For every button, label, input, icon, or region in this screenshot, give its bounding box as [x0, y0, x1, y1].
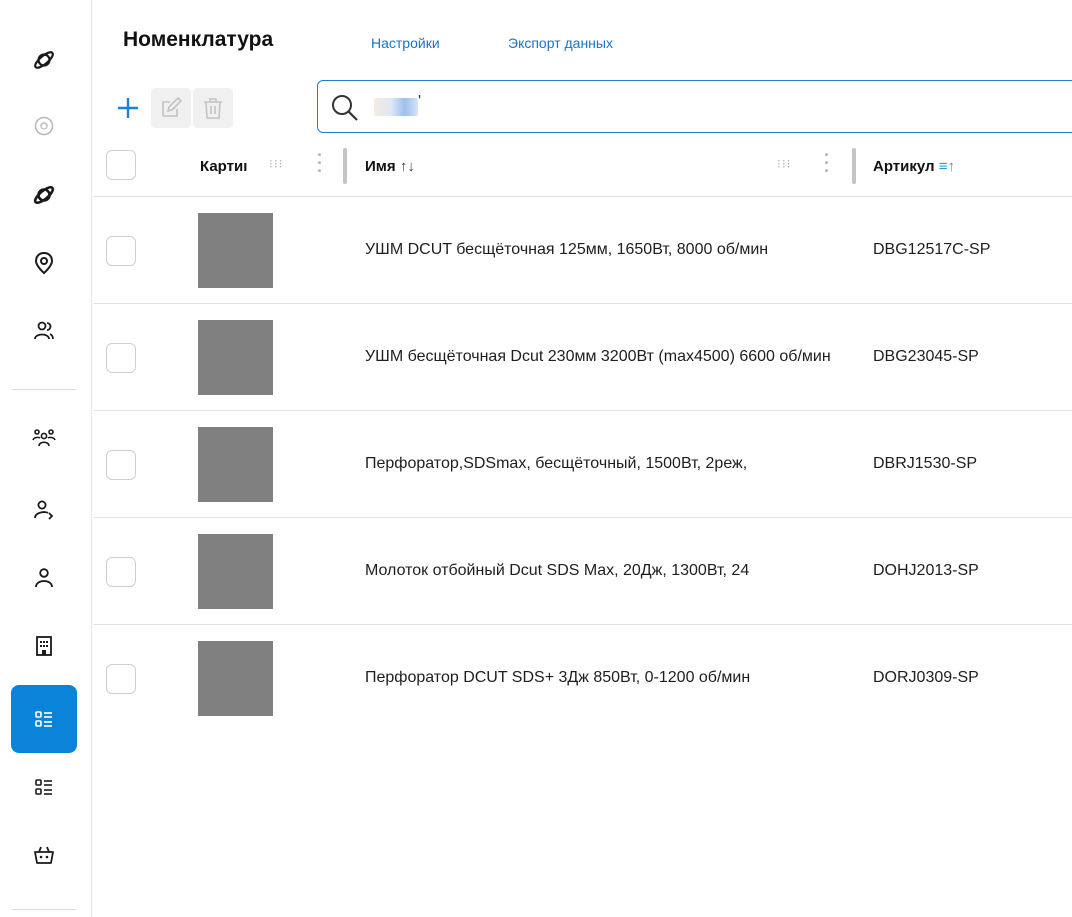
sidebar-item-basket[interactable] — [11, 821, 77, 889]
table-row[interactable]: УШМ DCUT бесщёточная 125мм, 1650Вт, 8000… — [93, 197, 1072, 304]
product-name: Молоток отбойный Dcut SDS Max, 20Дж, 130… — [365, 562, 750, 579]
search-input[interactable]: ' — [317, 80, 1072, 133]
sidebar-item-user[interactable] — [11, 544, 77, 612]
page-title: Номенклатура — [123, 28, 274, 51]
row-checkbox[interactable] — [106, 450, 136, 480]
product-image — [198, 320, 273, 395]
sidebar-item-users[interactable] — [11, 297, 77, 365]
product-sku: DBRJ1530-SP — [873, 455, 978, 472]
sidebar — [0, 0, 92, 917]
group-icon — [32, 429, 56, 447]
edit-button[interactable] — [151, 88, 191, 128]
planet-icon — [34, 51, 54, 69]
trash-icon — [204, 98, 222, 119]
add-button[interactable] — [108, 88, 148, 128]
drag-handle-icon[interactable]: ⁝⁝⁝ — [777, 157, 791, 171]
edit-icon — [162, 96, 183, 117]
row-checkbox[interactable] — [106, 664, 136, 694]
sort-asc-icon: ≡↑ — [938, 158, 955, 175]
planet-icon — [33, 185, 55, 205]
sidebar-item-user-add[interactable] — [11, 476, 77, 544]
product-image — [198, 213, 273, 288]
delete-button[interactable] — [193, 88, 233, 128]
sidebar-divider-bottom — [12, 909, 76, 910]
row-checkbox[interactable] — [106, 343, 136, 373]
settings-link[interactable]: Настройки — [371, 35, 440, 51]
sidebar-item-planet-2[interactable] — [11, 161, 77, 229]
list-icon — [35, 711, 52, 727]
search-value-blur — [374, 98, 418, 116]
location-pin-icon — [34, 251, 54, 275]
product-image — [198, 641, 273, 716]
product-name: Перфоратор DCUT SDS+ 3Дж 850Вт, 0-1200 о… — [365, 669, 751, 686]
users-icon — [34, 321, 54, 340]
table-row[interactable]: УШМ бесщёточная Dcut 230мм 3200Вт (max45… — [93, 304, 1072, 411]
list-icon — [35, 779, 52, 795]
plus-icon — [118, 98, 138, 118]
column-header-picture[interactable]: Картиı — [200, 158, 247, 175]
sidebar-item-list[interactable] — [11, 753, 77, 821]
select-all-checkbox[interactable] — [106, 150, 136, 180]
table-row[interactable]: Молоток отбойный Dcut SDS Max, 20Дж, 130… — [93, 518, 1072, 625]
disc-icon — [34, 116, 54, 136]
sidebar-item-disc[interactable] — [11, 92, 77, 160]
user-icon — [35, 568, 53, 588]
column-resizer[interactable] — [343, 148, 347, 184]
basket-icon — [34, 846, 54, 864]
table-header: Картиı ⁝⁝⁝ · · · Имя ↑↓ ⁝⁝⁝ · · · Артикул ≡↑ — [93, 133, 1072, 197]
search-icon — [332, 95, 358, 121]
column-header-sku[interactable]: Артикул ≡↑ — [873, 158, 955, 175]
search-value: ' — [418, 93, 423, 110]
table-row[interactable]: Перфоратор,SDSmax, бесщёточный, 1500Вт, … — [93, 411, 1072, 518]
column-menu-icon[interactable]: · · · — [824, 146, 830, 180]
product-sku: DBG23045-SP — [873, 348, 979, 365]
sidebar-item-nomenclature[interactable] — [11, 685, 77, 753]
column-resizer[interactable] — [852, 148, 856, 184]
product-sku: DORJ0309-SP — [873, 669, 979, 686]
product-name: УШМ DCUT бесщёточная 125мм, 1650Вт, 8000… — [365, 241, 769, 258]
column-menu-icon[interactable]: · · · — [317, 146, 323, 180]
sort-icon: ↑↓ — [399, 158, 415, 175]
table-row[interactable]: Перфоратор DCUT SDS+ 3Дж 850Вт, 0-1200 о… — [93, 625, 1072, 732]
sidebar-divider — [12, 389, 76, 390]
user-add-icon — [34, 500, 54, 520]
product-image — [198, 427, 273, 502]
product-name: УШМ бесщёточная Dcut 230мм 3200Вт (max45… — [365, 348, 831, 365]
sidebar-item-building[interactable] — [11, 612, 77, 680]
sidebar-item-location[interactable] — [11, 229, 77, 297]
building-icon — [36, 636, 52, 656]
product-sku: DOHJ2013-SP — [873, 562, 979, 579]
row-checkbox[interactable] — [106, 236, 136, 266]
export-data-link[interactable]: Экспорт данных — [508, 35, 613, 51]
column-header-name[interactable]: Имя ↑↓ — [365, 158, 415, 175]
product-name: Перфоратор,SDSmax, бесщёточный, 1500Вт, … — [365, 455, 748, 472]
product-image — [198, 534, 273, 609]
sidebar-item-group[interactable] — [11, 405, 77, 473]
product-sku: DBG12517C-SP — [873, 241, 991, 258]
row-checkbox[interactable] — [106, 557, 136, 587]
drag-handle-icon[interactable]: ⁝⁝⁝ — [269, 157, 283, 171]
sidebar-item-planet[interactable] — [11, 26, 77, 94]
